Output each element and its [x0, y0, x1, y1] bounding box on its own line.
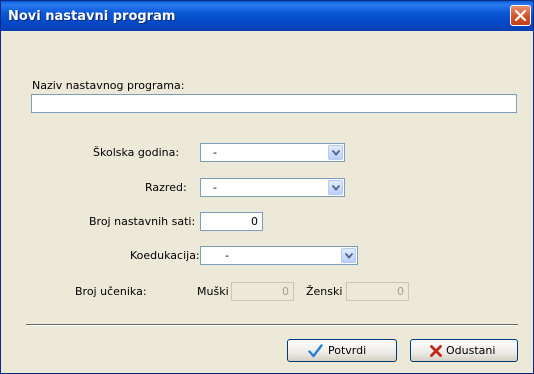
coeducation-dropdown-button[interactable] — [341, 248, 356, 263]
school-year-label: Školska godina: — [93, 146, 180, 159]
cancel-button[interactable]: Odustani — [410, 339, 518, 362]
dialog-content: Naziv nastavnog programa: Školska godina… — [1, 31, 533, 373]
program-name-input[interactable] — [31, 94, 517, 113]
school-year-dropdown-button[interactable] — [328, 145, 343, 160]
program-name-label: Naziv nastavnog programa: — [32, 79, 185, 92]
confirm-button-label: Potvrdi — [328, 344, 367, 357]
coeducation-select[interactable]: - — [200, 246, 358, 265]
female-label: Ženski — [306, 285, 343, 298]
cancel-button-label: Odustani — [446, 344, 496, 357]
hours-input[interactable]: 0 — [200, 212, 263, 231]
grade-dropdown-button[interactable] — [328, 180, 343, 195]
title-bar[interactable]: Novi nastavni program — [1, 1, 533, 31]
male-count-input: 0 — [231, 282, 294, 301]
male-label: Muški — [197, 285, 229, 298]
grade-label: Razred: — [145, 181, 187, 194]
hours-label: Broj nastavnih sati: — [89, 215, 196, 228]
window-title: Novi nastavni program — [8, 9, 176, 24]
confirm-button[interactable]: Potvrdi — [287, 339, 397, 362]
grade-select[interactable]: - — [200, 178, 345, 197]
coeducation-label: Koedukacija: — [130, 249, 200, 262]
close-button[interactable] — [510, 5, 531, 26]
checkmark-icon — [308, 344, 323, 358]
female-count-input: 0 — [346, 282, 409, 301]
school-year-value: - — [213, 146, 217, 159]
grade-value: - — [213, 181, 217, 194]
coeducation-value: - — [225, 249, 229, 262]
close-icon — [514, 9, 527, 22]
chevron-down-icon — [345, 253, 353, 259]
students-label: Broj učenika: — [75, 285, 147, 298]
chevron-down-icon — [332, 150, 340, 156]
school-year-select[interactable]: - — [200, 143, 345, 162]
x-icon — [430, 345, 442, 357]
dialog-window: Novi nastavni program Naziv nastavnog pr… — [0, 0, 534, 374]
separator — [26, 324, 518, 326]
chevron-down-icon — [332, 185, 340, 191]
